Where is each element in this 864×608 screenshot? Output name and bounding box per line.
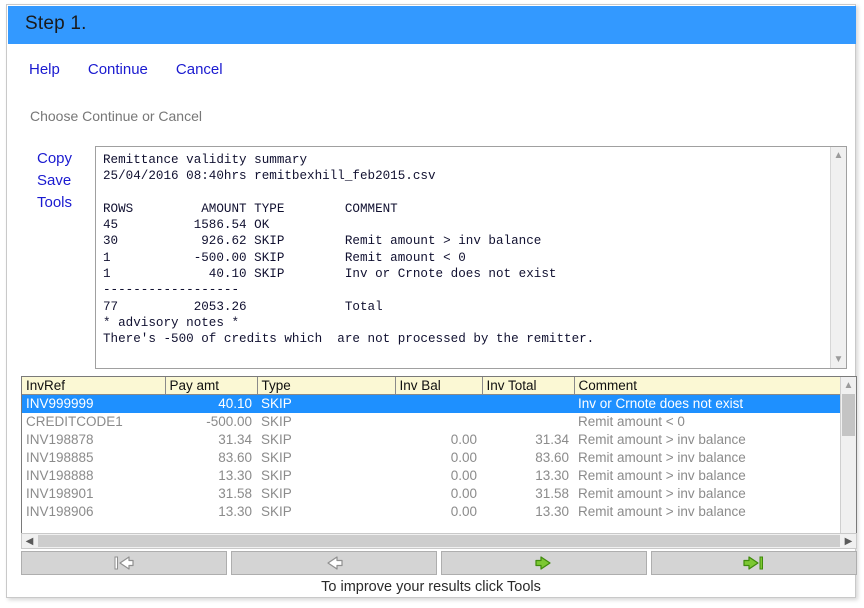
table-cell-invref: INV198901 [26,486,94,501]
table-cell-invref: INV198885 [26,450,94,465]
summary-vertical-scrollbar[interactable]: ▲ ▼ [830,147,846,368]
copy-link[interactable]: Copy [37,149,72,169]
column-header-invref[interactable]: InvRef [22,377,166,395]
table-body: INV999999 40.10 SKIP Inv or Crnote does not… [22,394,841,521]
record-navigation-bar [21,551,857,575]
table-cell-inv-bal: 0.00 [450,450,477,465]
next-record-arrow-icon [535,556,551,570]
table-cell-inv-total: 31.58 [535,486,569,501]
table-cell-comment: Remit amount > inv balance [578,486,746,501]
table-cell-invref: INV198878 [26,432,94,447]
table-cell-inv-bal: 0.00 [450,486,477,501]
summary-action-links: Copy Save Tools [37,149,72,213]
table-row[interactable]: INV198885 83.60 SKIP 0.00 83.60 Remit amount … [22,449,841,467]
scroll-down-chevron-icon[interactable]: ▼ [831,352,846,367]
table-cell-pay-amt: 83.60 [218,450,252,465]
column-header-invbal[interactable]: Inv Bal [395,377,483,395]
help-link[interactable]: Help [29,61,60,78]
grid-scroll-thumb[interactable] [842,394,855,436]
table-cell-pay-amt: 13.30 [218,504,252,519]
table-header-row: InvRef Pay amt Type Inv Bal Inv Total Co… [22,377,841,395]
table-cell-comment: Remit amount > inv balance [578,504,746,519]
nav-next-button[interactable] [441,551,647,575]
table-cell-inv-total: 13.30 [535,468,569,483]
table-row[interactable]: INV198906 13.30 SKIP 0.00 13.30 Remit amount … [22,503,841,521]
table-cell-invref: INV999999 [22,394,165,413]
column-header-payamt[interactable]: Pay amt [165,377,258,395]
table-cell-type: SKIP [261,486,292,501]
table-row[interactable]: INV198878 31.34 SKIP 0.00 31.34 Remit amount … [22,431,841,449]
table-cell-invref: CREDITCODE1 [26,414,123,429]
table-cell-type: SKIP [261,432,292,447]
table-cell-type: SKIP [257,394,395,413]
column-header-comment[interactable]: Comment [574,377,841,395]
table-cell-comment: Remit amount < 0 [578,414,685,429]
table-cell-pay-amt: 13.30 [218,468,252,483]
tools-link[interactable]: Tools [37,193,72,213]
first-record-arrow-icon [114,556,134,570]
table-cell-comment: Remit amount > inv balance [578,450,746,465]
command-link-row: Help Continue Cancel [29,61,223,78]
table-row[interactable]: CREDITCODE1 -500.00 SKIP Remit amount < 0 [22,413,841,431]
step-window: Step 1. Help Continue Cancel Choose Cont… [6,4,857,598]
grid-viewport: InvRef Pay amt Type Inv Bal Inv Total Co… [22,377,841,547]
table-row[interactable]: INV999999 40.10 SKIP Inv or Crnote does not… [22,394,841,413]
nav-first-button[interactable] [21,551,227,575]
column-header-invtotal[interactable]: Inv Total [482,377,575,395]
remittance-summary-panel: Remittance validity summary 25/04/2016 0… [95,146,847,369]
scroll-up-chevron-icon[interactable]: ▲ [831,148,846,163]
last-record-arrow-icon [743,556,763,570]
table-cell-inv-bal: 0.00 [450,504,477,519]
table-cell-comment: Inv or Crnote does not exist [574,394,841,413]
app-root: Step 1. Help Continue Cancel Choose Cont… [0,0,864,608]
remittance-summary-text: Remittance validity summary 25/04/2016 0… [103,153,595,347]
horizontal-scroll-thumb[interactable] [38,535,840,547]
table-cell-comment: Remit amount > inv balance [578,468,746,483]
table-cell-inv-total: 83.60 [535,450,569,465]
table-cell-pay-amt: 31.34 [218,432,252,447]
table-cell-type: SKIP [261,414,292,429]
save-link[interactable]: Save [37,171,72,191]
table-cell-pay-amt: 40.10 [165,394,257,413]
table-row[interactable]: INV198888 13.30 SKIP 0.00 13.30 Remit amount … [22,467,841,485]
table-cell-inv-total [482,413,574,431]
table-cell-pay-amt: 31.58 [218,486,252,501]
table-cell-type: SKIP [261,468,292,483]
table-cell-type: SKIP [261,504,292,519]
column-header-type[interactable]: Type [257,377,396,395]
table-cell-pay-amt: -500.00 [206,414,252,429]
table-cell-inv-bal: 0.00 [450,468,477,483]
table-cell-inv-bal [395,394,482,413]
footer-hint-text: To improve your results click Tools [321,579,541,595]
instruction-text: Choose Continue or Cancel [30,108,202,124]
table-row[interactable]: INV198901 31.58 SKIP 0.00 31.58 Remit amount … [22,485,841,503]
scroll-left-chevron-icon[interactable]: ◀ [22,534,37,548]
table-cell-inv-bal [395,413,482,431]
table-cell-inv-total: 13.30 [535,504,569,519]
grid-scroll-up-chevron-icon[interactable]: ▲ [841,378,856,393]
grid-vertical-scrollbar[interactable]: ▲ ▼ [840,377,856,547]
nav-last-button[interactable] [651,551,857,575]
grid-horizontal-scrollbar[interactable]: ◀ ▶ [21,533,857,549]
nav-previous-button[interactable] [231,551,437,575]
table-cell-inv-bal: 0.00 [450,432,477,447]
continue-link[interactable]: Continue [88,61,148,78]
table-cell-inv-total [482,394,574,413]
cancel-link[interactable]: Cancel [176,61,223,78]
window-titlebar: Step 1. [8,6,856,44]
page-title: Step 1. [25,13,87,34]
table-cell-type: SKIP [261,450,292,465]
table-cell-invref: INV198888 [26,468,94,483]
previous-record-arrow-icon [327,556,343,570]
results-grid: InvRef Pay amt Type Inv Bal Inv Total Co… [21,376,857,548]
results-table: InvRef Pay amt Type Inv Bal Inv Total Co… [22,377,841,521]
scroll-right-chevron-icon[interactable]: ▶ [841,534,856,548]
table-cell-invref: INV198906 [26,504,94,519]
table-cell-comment: Remit amount > inv balance [578,432,746,447]
table-cell-inv-total: 31.34 [535,432,569,447]
